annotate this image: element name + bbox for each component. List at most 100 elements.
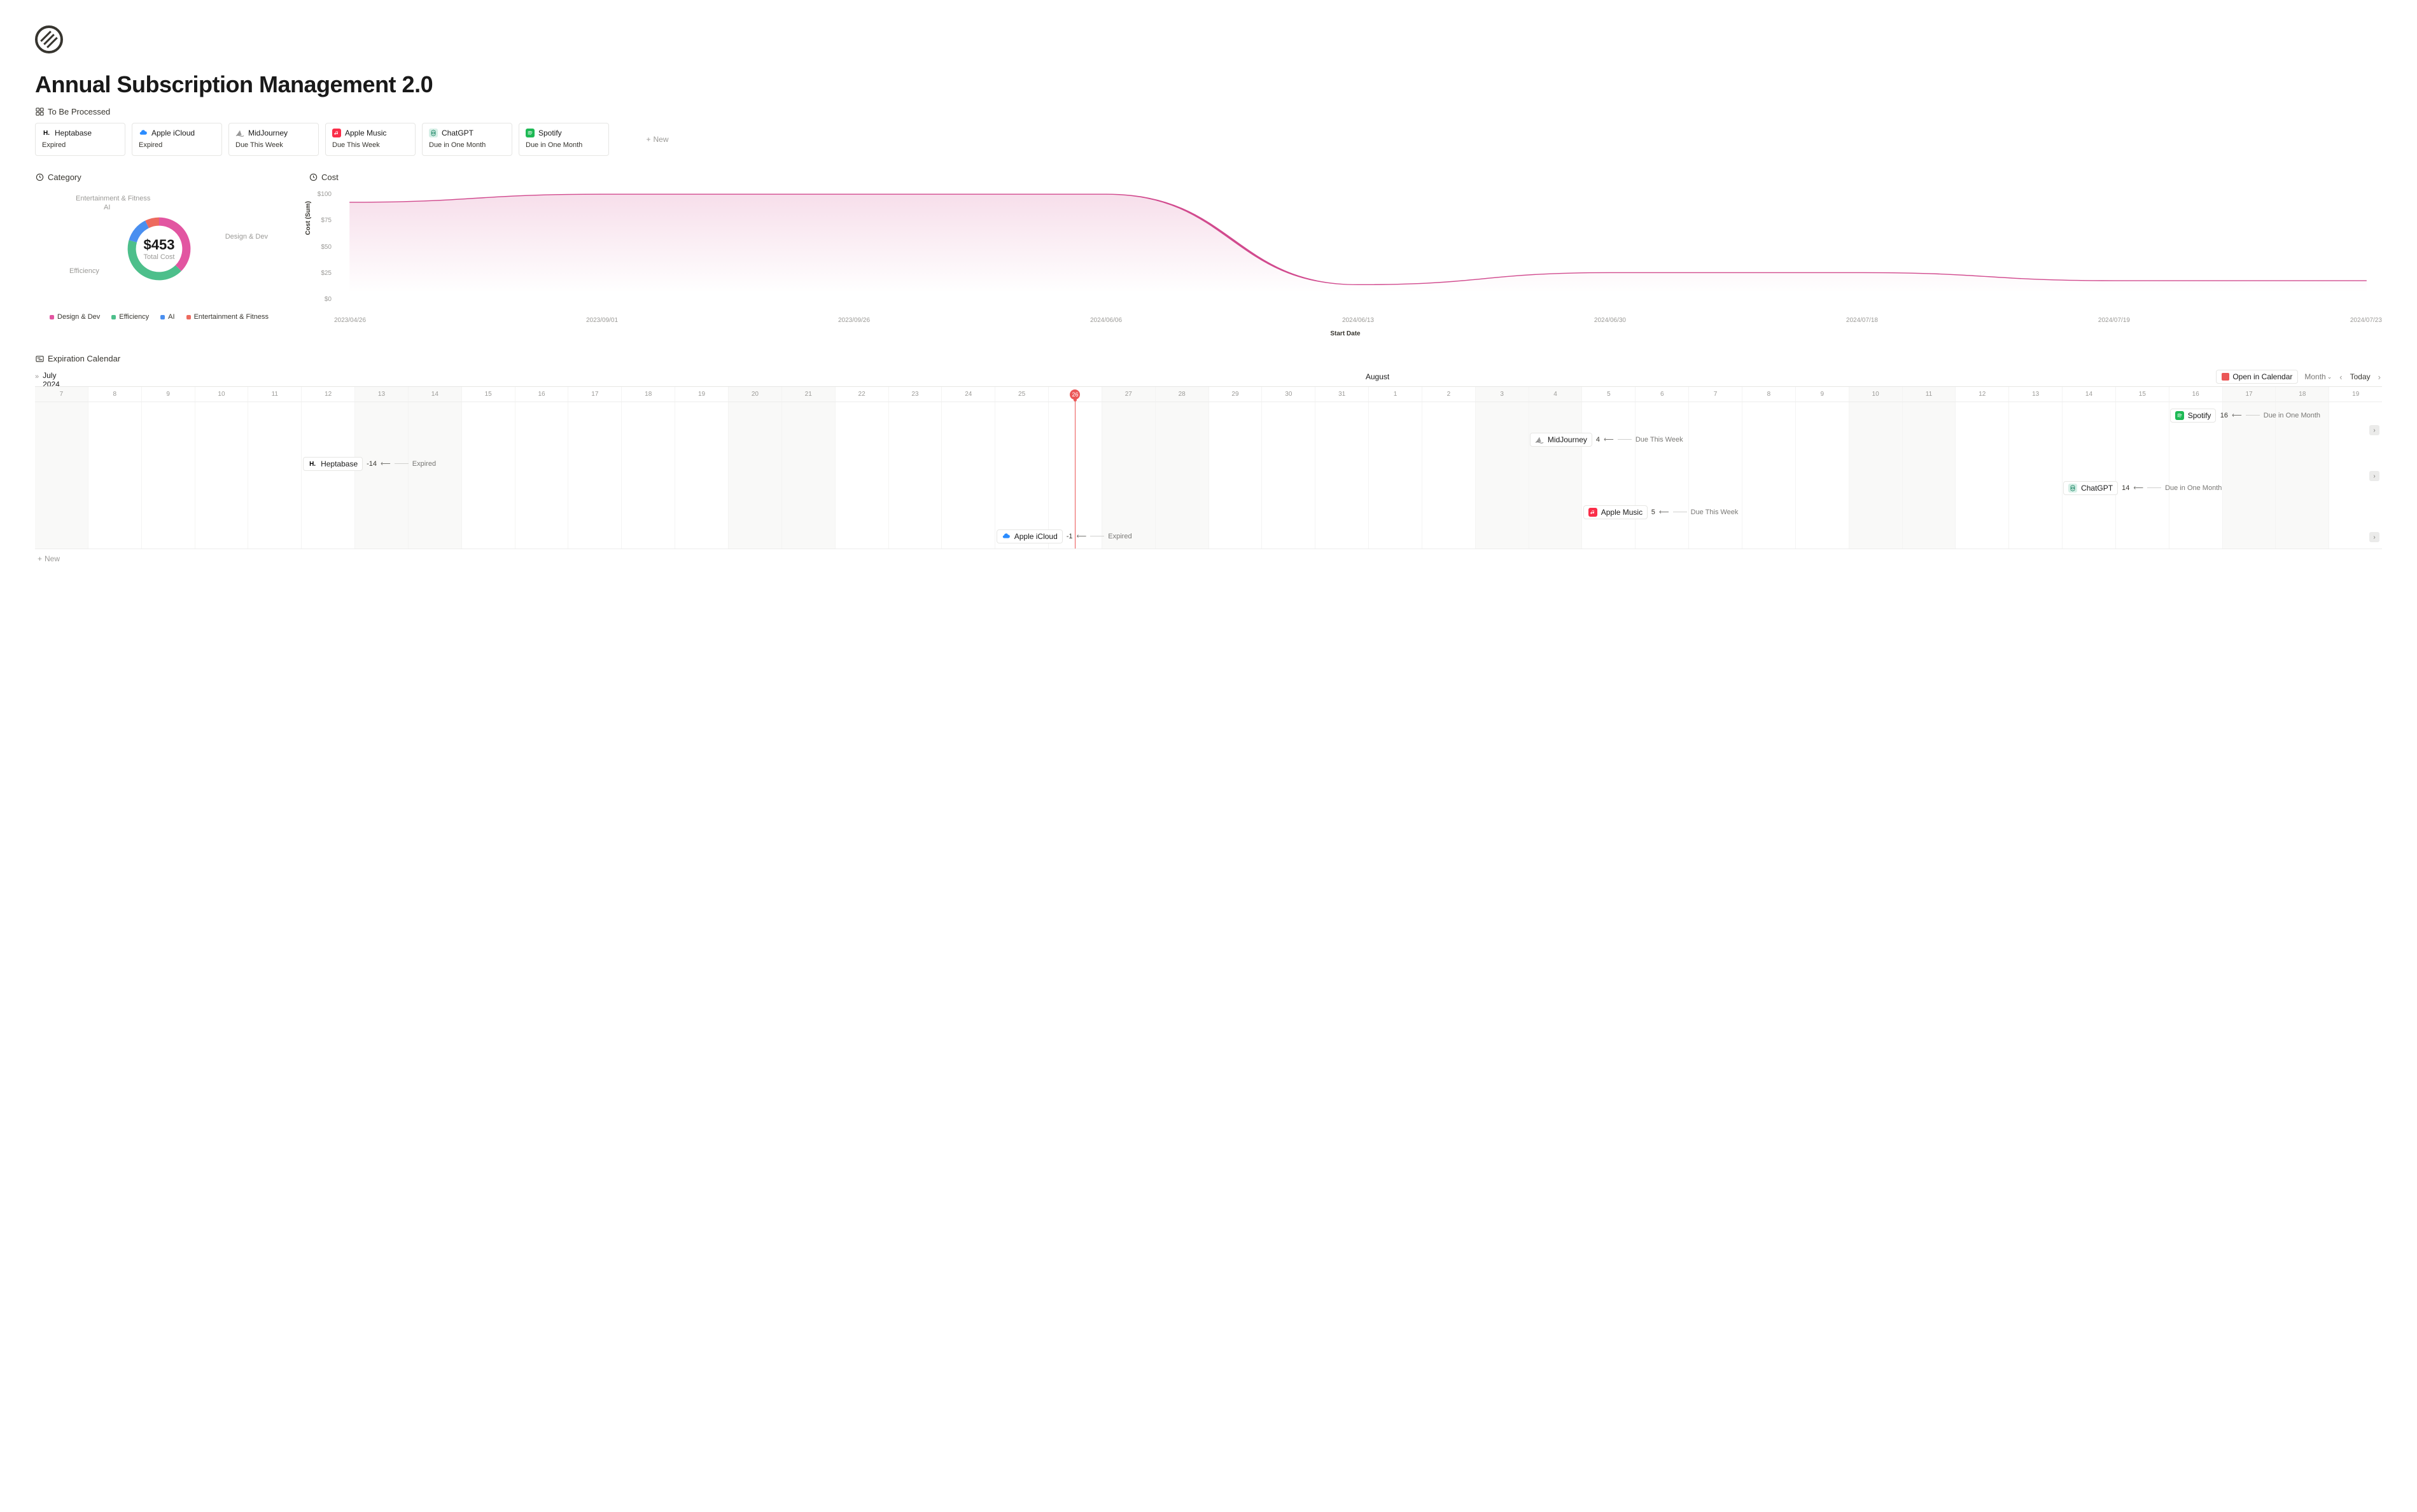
- day-cell[interactable]: 15: [462, 387, 515, 402]
- day-cell[interactable]: 9: [142, 387, 195, 402]
- subscription-card[interactable]: MidJourney Due This Week: [228, 123, 319, 156]
- category-donut-chart: $453 Total Cost Efficiency AI Entertainm…: [35, 188, 283, 309]
- next-period-button[interactable]: ›: [2377, 372, 2382, 382]
- open-in-calendar-button[interactable]: Open in Calendar: [2216, 370, 2298, 384]
- y-axis-label: Cost (Sum): [305, 201, 312, 235]
- day-cell[interactable]: 16: [2169, 387, 2223, 402]
- subscription-card[interactable]: ChatGPT Due in One Month: [422, 123, 512, 156]
- day-cell[interactable]: 1: [1369, 387, 1422, 402]
- day-cell[interactable]: 18: [622, 387, 675, 402]
- day-cell[interactable]: 5: [1582, 387, 1636, 402]
- section-category[interactable]: Category: [35, 172, 283, 182]
- day-cell[interactable]: 14: [2063, 387, 2116, 402]
- timeline-event[interactable]: Apple iCloud: [997, 529, 1063, 543]
- section-calendar[interactable]: Expiration Calendar: [35, 354, 2382, 363]
- new-card-button[interactable]: +New: [615, 123, 699, 156]
- donut-label-design: Design & Dev: [225, 233, 268, 241]
- day-cell[interactable]: 28: [1156, 387, 1209, 402]
- section-to-be-processed[interactable]: To Be Processed: [35, 107, 2382, 116]
- overflow-arrow[interactable]: ›: [2369, 425, 2379, 435]
- event-meta: 14⟵Due in One Month: [2122, 484, 2222, 492]
- timeline-event[interactable]: Apple Music: [1583, 505, 1648, 519]
- timeline-event[interactable]: H.Heptabase: [303, 457, 363, 471]
- subscription-card[interactable]: Apple iCloud Expired: [132, 123, 222, 156]
- day-cell[interactable]: 3: [1476, 387, 1529, 402]
- day-cell[interactable]: 15: [2116, 387, 2169, 402]
- card-title: MidJourney: [248, 129, 288, 137]
- gallery-view-icon: [35, 108, 44, 116]
- day-cell[interactable]: 19: [675, 387, 729, 402]
- day-cell[interactable]: 9: [1796, 387, 1849, 402]
- chevron-down-icon: ⌄: [2327, 374, 2332, 381]
- day-cell[interactable]: 10: [195, 387, 249, 402]
- day-cell[interactable]: 8: [1742, 387, 1796, 402]
- day-cell[interactable]: 16: [515, 387, 569, 402]
- event-meta: -1⟵Expired: [1067, 532, 1132, 540]
- day-cell[interactable]: 18: [2276, 387, 2329, 402]
- donut-label-entertainment: Entertainment & Fitness: [76, 195, 150, 202]
- day-cell[interactable]: 7: [35, 387, 88, 402]
- day-cell[interactable]: 25: [995, 387, 1049, 402]
- x-tick: 2024/06/06: [1090, 317, 1122, 324]
- section-cost[interactable]: Cost: [309, 172, 2382, 182]
- day-cell[interactable]: 17: [568, 387, 622, 402]
- day-cell[interactable]: 30: [1262, 387, 1315, 402]
- donut-label-efficiency: Efficiency: [69, 267, 99, 275]
- page-title: Annual Subscription Management 2.0: [35, 71, 2382, 98]
- timeline-collapse-icon[interactable]: »: [35, 373, 39, 381]
- day-cell[interactable]: 10: [1849, 387, 1903, 402]
- day-cell[interactable]: 12: [1956, 387, 2009, 402]
- day-cell[interactable]: 27: [1102, 387, 1156, 402]
- day-cell[interactable]: 6: [1636, 387, 1689, 402]
- overflow-arrow[interactable]: ›: [2369, 532, 2379, 542]
- day-cell[interactable]: 17: [2223, 387, 2276, 402]
- overflow-arrow[interactable]: ›: [2369, 471, 2379, 481]
- prev-period-button[interactable]: ‹: [2338, 372, 2343, 382]
- y-tick: $100: [315, 191, 332, 198]
- day-cell[interactable]: 13: [355, 387, 409, 402]
- day-cell[interactable]: 2: [1422, 387, 1476, 402]
- card-status: Due in One Month: [526, 141, 602, 149]
- day-cell[interactable]: 21: [782, 387, 836, 402]
- day-cell[interactable]: 22: [836, 387, 889, 402]
- cost-area-chart: Cost (Sum) $100$75$50$25$0: [309, 188, 2382, 316]
- subscription-card[interactable]: Spotify Due in One Month: [519, 123, 609, 156]
- day-cell[interactable]: 20: [729, 387, 782, 402]
- y-tick: $25: [315, 270, 332, 277]
- today-button[interactable]: Today: [2350, 372, 2371, 381]
- donut-legend: Design & DevEfficiencyAIEntertainment & …: [35, 313, 283, 321]
- y-tick: $75: [315, 217, 332, 224]
- day-cell[interactable]: 23: [889, 387, 942, 402]
- section-label: Cost: [321, 172, 339, 182]
- timeline-event[interactable]: MidJourney: [1530, 433, 1592, 447]
- day-cell[interactable]: 19: [2329, 387, 2382, 402]
- section-label: Category: [48, 172, 81, 182]
- event-title: Apple iCloud: [1014, 532, 1058, 541]
- day-cell[interactable]: 4: [1529, 387, 1583, 402]
- card-title: Apple iCloud: [151, 129, 195, 137]
- x-tick: 2024/06/13: [1342, 317, 1374, 324]
- section-label: To Be Processed: [48, 107, 110, 116]
- view-mode-dropdown[interactable]: Month ⌄: [2304, 372, 2332, 381]
- subscription-card[interactable]: Apple Music Due This Week: [325, 123, 416, 156]
- day-cell[interactable]: 29: [1209, 387, 1263, 402]
- day-cell[interactable]: 11: [1903, 387, 1956, 402]
- day-cell[interactable]: 14: [409, 387, 462, 402]
- day-cell[interactable]: 11: [248, 387, 302, 402]
- day-cell[interactable]: 8: [88, 387, 142, 402]
- day-cell[interactable]: 12: [302, 387, 355, 402]
- day-cell[interactable]: 24: [942, 387, 995, 402]
- view-mode-label: Month: [2304, 372, 2325, 381]
- event-title: Apple Music: [1601, 508, 1643, 517]
- day-cell[interactable]: 7: [1689, 387, 1742, 402]
- card-title: Spotify: [538, 129, 562, 137]
- day-cell[interactable]: 13: [2009, 387, 2063, 402]
- timeline-new-button[interactable]: + New: [35, 549, 2382, 568]
- day-cell[interactable]: 31: [1315, 387, 1369, 402]
- x-tick: 2023/09/01: [586, 317, 618, 324]
- legend-item: AI: [160, 313, 174, 321]
- subscription-card[interactable]: H.Heptabase Expired: [35, 123, 125, 156]
- plus-icon: +: [38, 554, 42, 563]
- timeline-event[interactable]: ChatGPT: [2063, 481, 2118, 495]
- timeline-event[interactable]: Spotify: [2170, 409, 2217, 423]
